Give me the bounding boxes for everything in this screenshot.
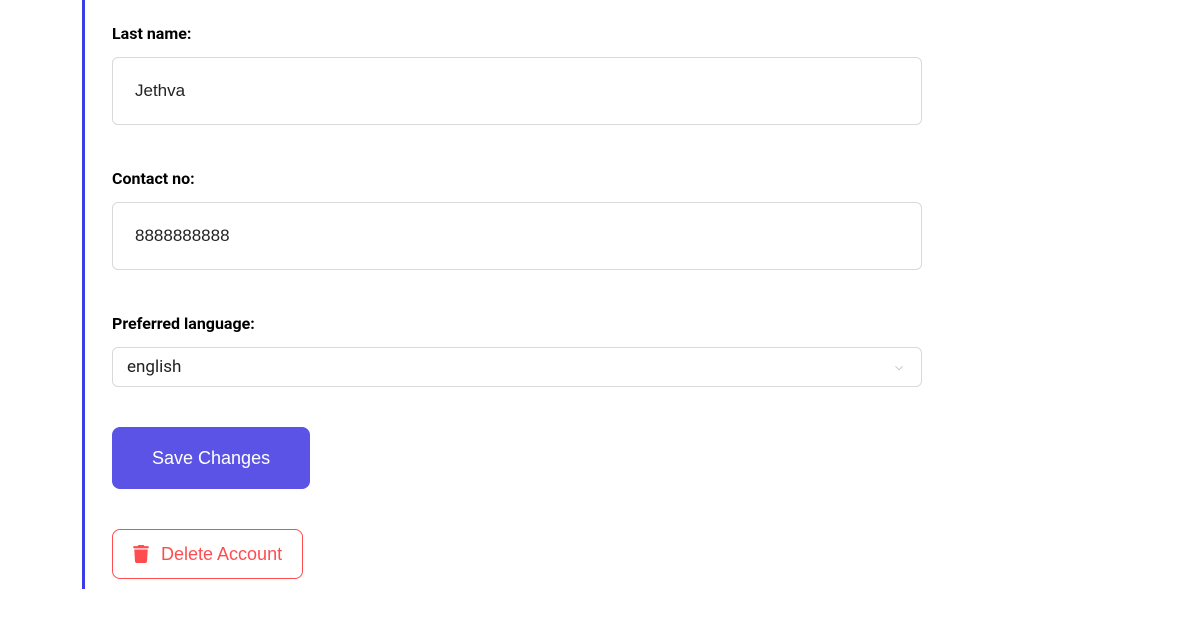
contact-no-group: Contact no: <box>112 169 922 270</box>
save-button[interactable]: Save Changes <box>112 427 310 489</box>
contact-no-input[interactable] <box>112 202 922 270</box>
delete-account-button[interactable]: Delete Account <box>112 529 303 579</box>
save-button-label: Save Changes <box>152 448 270 469</box>
last-name-label: Last name: <box>112 24 922 43</box>
last-name-input[interactable] <box>112 57 922 125</box>
preferred-language-select[interactable]: english <box>112 347 922 387</box>
trash-icon <box>133 545 149 563</box>
form-container: Last name: Contact no: Preferred languag… <box>82 0 922 589</box>
contact-no-label: Contact no: <box>112 169 922 188</box>
last-name-group: Last name: <box>112 0 922 125</box>
delete-account-label: Delete Account <box>161 544 282 565</box>
preferred-language-select-wrapper: english <box>112 347 922 387</box>
preferred-language-group: Preferred language: english <box>112 314 922 387</box>
preferred-language-value: english <box>127 357 181 377</box>
preferred-language-label: Preferred language: <box>112 314 922 333</box>
